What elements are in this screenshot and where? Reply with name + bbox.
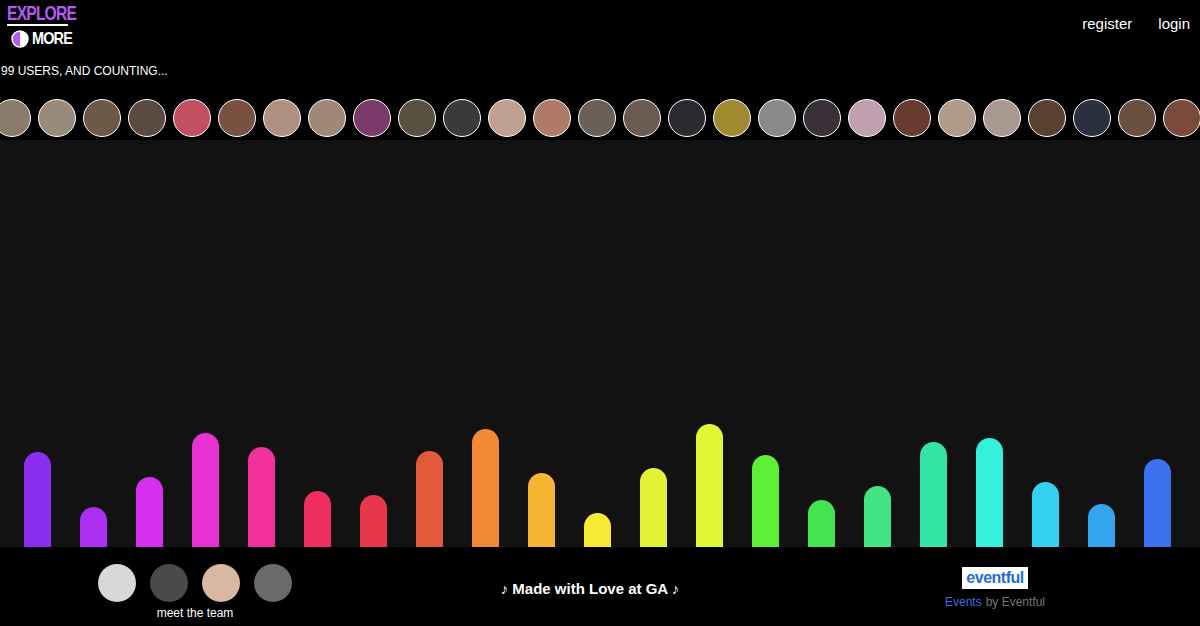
partner-link[interactable]: Events xyxy=(945,595,982,609)
team: meet the team xyxy=(0,554,390,620)
user-count: 99 USERS, AND COUNTING... xyxy=(0,63,1200,79)
visualizer-bar xyxy=(1088,504,1115,547)
user-avatar[interactable] xyxy=(308,99,346,137)
visualizer-bar xyxy=(640,468,667,547)
partner-text: Events by Eventful xyxy=(945,595,1045,609)
user-avatar[interactable] xyxy=(1028,99,1066,137)
visualizer-bar xyxy=(584,513,611,547)
visualizer-bar xyxy=(752,455,779,547)
visualizer-bar xyxy=(1144,459,1171,547)
user-avatar[interactable] xyxy=(83,99,121,137)
logo[interactable]: EXPLORE MORE xyxy=(0,0,85,49)
visualizer-bar xyxy=(136,477,163,547)
user-avatar[interactable] xyxy=(443,99,481,137)
user-avatar[interactable] xyxy=(488,99,526,137)
user-avatar[interactable] xyxy=(128,99,166,137)
user-avatar[interactable] xyxy=(668,99,706,137)
visualizer-bar xyxy=(416,451,443,547)
half-moon-icon xyxy=(11,30,29,48)
user-avatar[interactable] xyxy=(623,99,661,137)
user-avatar[interactable] xyxy=(398,99,436,137)
user-avatar[interactable] xyxy=(0,99,31,137)
partner-by: by Eventful xyxy=(986,595,1045,609)
avatar-row xyxy=(0,98,1200,138)
logo-bottom: MORE xyxy=(7,29,85,49)
visualizer-bar xyxy=(696,424,723,547)
logo-more: MORE xyxy=(32,29,72,49)
footer: meet the team ♪ Made with Love at GA ♪ e… xyxy=(0,547,1200,626)
user-avatar[interactable] xyxy=(1073,99,1111,137)
visualizer-bar xyxy=(976,438,1003,547)
visualizer-bar xyxy=(864,486,891,547)
user-avatar[interactable] xyxy=(218,99,256,137)
credit: ♪ Made with Love at GA ♪ xyxy=(390,576,790,597)
user-avatar[interactable] xyxy=(983,99,1021,137)
team-avatar[interactable] xyxy=(202,564,240,602)
user-avatar[interactable] xyxy=(803,99,841,137)
team-avatar[interactable] xyxy=(254,564,292,602)
team-avatars xyxy=(98,564,292,602)
nav-link[interactable]: register xyxy=(1082,15,1132,32)
user-avatar[interactable] xyxy=(533,99,571,137)
user-avatar[interactable] xyxy=(758,99,796,137)
eventful-logo[interactable]: eventful xyxy=(962,567,1027,589)
user-avatar[interactable] xyxy=(38,99,76,137)
visualizer-bar xyxy=(528,473,555,547)
visualizer-bar xyxy=(360,495,387,547)
user-avatar[interactable] xyxy=(353,99,391,137)
partner: eventful Events by Eventful xyxy=(790,565,1200,609)
visualizer-bar xyxy=(1032,482,1059,547)
user-avatar[interactable] xyxy=(1163,99,1200,137)
logo-top: EXPLORE xyxy=(7,2,68,26)
user-avatar[interactable] xyxy=(938,99,976,137)
visualizer-bar xyxy=(304,491,331,547)
visualizer-bar xyxy=(472,429,499,547)
visualizer xyxy=(0,140,1200,547)
visualizer-bar xyxy=(192,433,219,547)
nav-link[interactable]: login xyxy=(1158,15,1190,32)
user-avatar[interactable] xyxy=(578,99,616,137)
visualizer-bar xyxy=(920,442,947,547)
user-avatar[interactable] xyxy=(173,99,211,137)
visualizer-bar xyxy=(80,507,107,547)
visualizer-bar xyxy=(248,447,275,547)
team-label[interactable]: meet the team xyxy=(157,606,234,620)
page: EXPLORE MORE register login 99 USERS, AND… xyxy=(0,0,1200,626)
header: EXPLORE MORE register login xyxy=(0,0,1200,56)
user-avatar[interactable] xyxy=(713,99,751,137)
nav: register login xyxy=(1082,0,1200,32)
user-avatar[interactable] xyxy=(848,99,886,137)
team-avatar[interactable] xyxy=(98,564,136,602)
team-avatar[interactable] xyxy=(150,564,188,602)
visualizer-bar xyxy=(808,500,835,547)
user-avatar[interactable] xyxy=(893,99,931,137)
visualizer-bar xyxy=(24,452,51,547)
user-avatar[interactable] xyxy=(263,99,301,137)
user-avatar[interactable] xyxy=(1118,99,1156,137)
